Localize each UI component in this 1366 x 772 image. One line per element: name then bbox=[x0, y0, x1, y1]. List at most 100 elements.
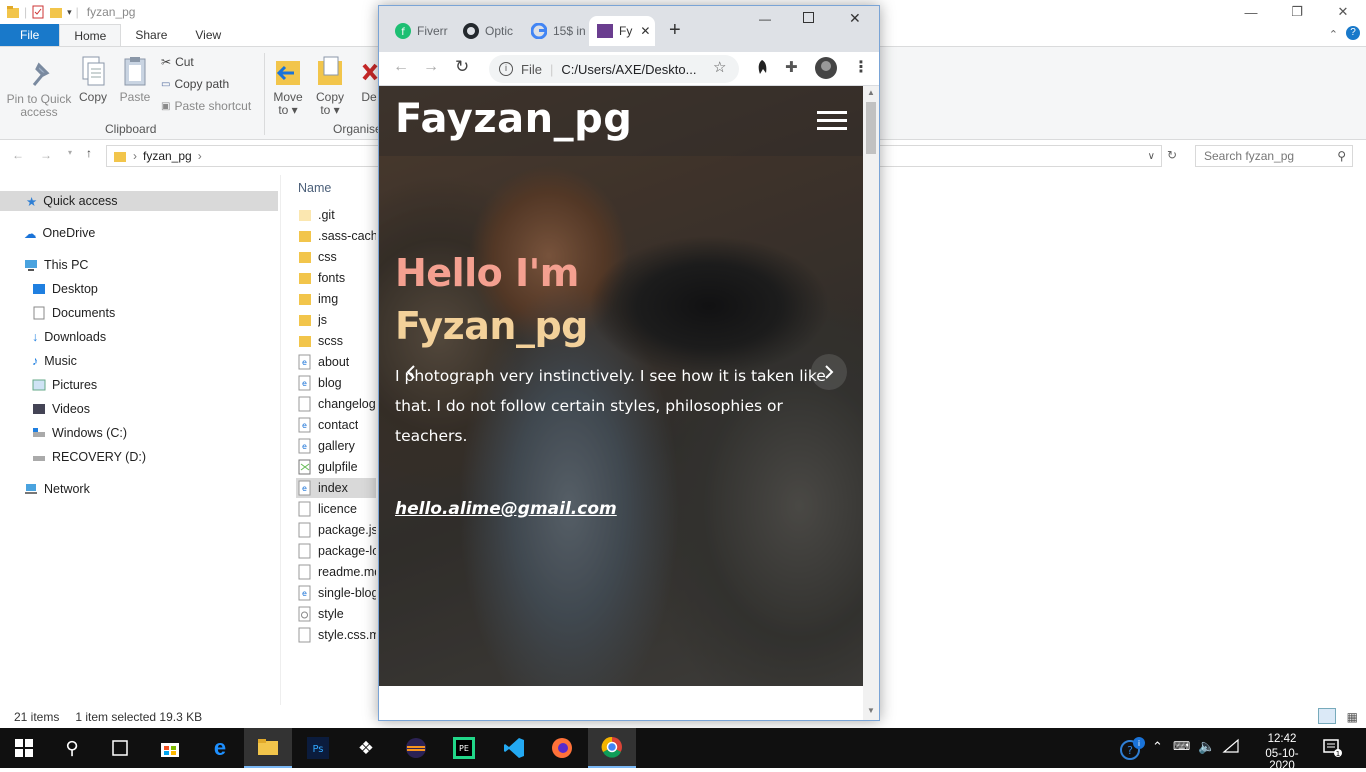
delete-button[interactable]: De bbox=[358, 55, 380, 104]
file-row[interactable]: .git bbox=[298, 205, 335, 225]
scroll-down-icon[interactable]: ▼ bbox=[867, 706, 875, 715]
task-view-icon[interactable] bbox=[96, 728, 144, 768]
extensions-puzzle-icon[interactable]: ✚ bbox=[785, 58, 798, 76]
minimize-button[interactable]: — bbox=[759, 12, 771, 26]
email-link[interactable]: hello.alime@gmail.com bbox=[395, 499, 617, 519]
forward-icon[interactable]: → bbox=[423, 58, 439, 76]
breadcrumb-fyzan-pg[interactable]: fyzan_pg bbox=[143, 149, 192, 163]
edge-icon[interactable]: e bbox=[196, 728, 244, 768]
nav-videos[interactable]: Videos bbox=[32, 399, 90, 419]
file-row[interactable]: e blog bbox=[298, 373, 342, 393]
nav-network[interactable]: Network bbox=[24, 479, 90, 499]
wifi-icon[interactable] bbox=[1222, 738, 1240, 754]
file-row[interactable]: readme.md bbox=[298, 562, 376, 582]
show-hidden-icons-icon[interactable]: ⌃ bbox=[1152, 739, 1163, 755]
cut-button[interactable]: ✂ Cut bbox=[161, 55, 194, 69]
collapse-ribbon-icon[interactable]: ⌃ bbox=[1329, 28, 1338, 41]
close-button[interactable]: ✕ bbox=[849, 10, 861, 27]
tab-share[interactable]: Share bbox=[121, 24, 181, 46]
pin-to-quick-access-button[interactable]: Pin to Quick access bbox=[6, 59, 72, 119]
tab-home[interactable]: Home bbox=[59, 24, 122, 46]
file-row[interactable]: licence bbox=[298, 499, 357, 519]
nav-downloads[interactable]: ↓ Downloads bbox=[32, 327, 106, 347]
details-view-icon[interactable] bbox=[1318, 708, 1336, 724]
file-row[interactable]: css bbox=[298, 247, 337, 267]
copy-to-button[interactable]: Copy to ▾ bbox=[312, 55, 348, 117]
vscode-icon[interactable] bbox=[490, 728, 538, 768]
file-row[interactable]: img bbox=[298, 289, 338, 309]
file-row[interactable]: changelog bbox=[298, 394, 376, 414]
file-row[interactable]: e gallery bbox=[298, 436, 355, 456]
site-brand-logo[interactable]: Fayzan_pg bbox=[395, 96, 632, 142]
store-icon[interactable] bbox=[146, 728, 194, 768]
move-to-button[interactable]: Move to ▾ bbox=[270, 55, 306, 117]
paste-button[interactable]: Paste bbox=[118, 55, 152, 104]
tab-github[interactable]: Optic bbox=[455, 16, 521, 46]
file-row[interactable]: fonts bbox=[298, 268, 345, 288]
nav-onedrive[interactable]: ☁ OneDrive bbox=[24, 223, 95, 243]
scroll-up-icon[interactable]: ▲ bbox=[867, 88, 875, 97]
large-icons-view-icon[interactable]: ▦ bbox=[1347, 710, 1358, 724]
copy-path-button[interactable]: ▭ Copy path bbox=[161, 77, 229, 91]
close-button[interactable]: ✕ bbox=[1320, 0, 1366, 24]
back-icon[interactable]: ← bbox=[393, 58, 409, 76]
page-scrollbar[interactable]: ▲ ▼ bbox=[863, 86, 879, 720]
paste-shortcut-button[interactable]: ▣ Paste shortcut bbox=[161, 99, 251, 113]
photoshop-icon[interactable]: Ps bbox=[294, 728, 342, 768]
file-explorer-taskbar-icon[interactable] bbox=[244, 728, 292, 768]
close-tab-icon[interactable]: ✕ bbox=[640, 24, 650, 38]
tab-fayzan-active[interactable]: Fy ✕ bbox=[589, 16, 655, 46]
search-icon[interactable]: ⚲ bbox=[48, 728, 96, 768]
file-row[interactable]: gulpfile bbox=[298, 457, 358, 477]
profile-avatar[interactable] bbox=[815, 57, 837, 79]
up-icon[interactable]: ↑ bbox=[86, 146, 92, 160]
slider-prev-arrow-icon[interactable] bbox=[393, 354, 429, 390]
tab-file[interactable]: File bbox=[0, 24, 60, 46]
tab-fiverr[interactable]: f Fiverr bbox=[387, 16, 449, 46]
file-row[interactable]: package.json bbox=[298, 520, 376, 540]
hamburger-menu-icon[interactable] bbox=[817, 111, 847, 131]
nav-recovery-d[interactable]: RECOVERY (D:) bbox=[32, 447, 146, 467]
pycharm-edu-icon[interactable]: PE bbox=[440, 728, 488, 768]
copy-button[interactable]: Copy bbox=[76, 55, 110, 104]
tab-google[interactable]: 15$ in bbox=[523, 16, 585, 46]
refresh-icon[interactable]: ↻ bbox=[1167, 148, 1177, 162]
file-row[interactable]: package-lock bbox=[298, 541, 376, 561]
action-center-icon[interactable]: 1 bbox=[1322, 738, 1342, 758]
nav-desktop[interactable]: Desktop bbox=[32, 279, 98, 299]
new-folder-icon[interactable] bbox=[49, 5, 63, 19]
scrollbar-thumb[interactable] bbox=[866, 102, 876, 154]
nav-documents[interactable]: Documents bbox=[32, 303, 115, 323]
help-notification-icon[interactable]: ? i bbox=[1118, 736, 1146, 760]
file-row[interactable]: js bbox=[298, 310, 327, 330]
eclipse-icon[interactable] bbox=[392, 728, 440, 768]
file-row[interactable]: e single-blog bbox=[298, 583, 376, 603]
file-row[interactable]: scss bbox=[298, 331, 343, 351]
slider-next-arrow-icon[interactable] bbox=[811, 354, 847, 390]
recent-locations-icon[interactable]: ▾ bbox=[68, 148, 72, 157]
omnibox[interactable]: i File | C:/Users/AXE/Deskto... bbox=[489, 55, 739, 83]
file-row[interactable]: e about bbox=[298, 352, 349, 372]
file-row[interactable]: style.css.map bbox=[298, 625, 376, 645]
chevron-down-icon[interactable]: ▾ bbox=[67, 7, 72, 18]
column-header-name[interactable]: Name bbox=[298, 178, 331, 198]
reload-icon[interactable]: ↻ bbox=[455, 57, 469, 77]
back-icon[interactable]: ← bbox=[12, 148, 24, 162]
file-row[interactable]: e contact bbox=[298, 415, 358, 435]
forward-icon[interactable]: → bbox=[40, 148, 52, 162]
nav-pictures[interactable]: Pictures bbox=[32, 375, 97, 395]
file-row[interactable]: style bbox=[298, 604, 344, 624]
nav-windows-c[interactable]: Windows (C:) bbox=[32, 423, 127, 443]
volume-icon[interactable]: 🔈 bbox=[1198, 738, 1215, 755]
minimize-button[interactable]: — bbox=[1228, 0, 1274, 24]
new-tab-button[interactable]: + bbox=[669, 19, 681, 42]
bookmark-star-icon[interactable]: ☆ bbox=[713, 58, 726, 76]
file-row[interactable]: .sass-cache bbox=[298, 226, 376, 246]
properties-icon[interactable] bbox=[31, 5, 45, 19]
restore-button[interactable]: ❐ bbox=[1274, 0, 1320, 24]
dropbox-icon[interactable]: ❖ bbox=[342, 728, 390, 768]
search-field[interactable]: Search fyzan_pg ⚲ bbox=[1195, 145, 1353, 167]
nav-quick-access[interactable]: ★ Quick access bbox=[0, 191, 278, 211]
help-icon[interactable]: ? bbox=[1346, 26, 1360, 40]
nav-this-pc[interactable]: This PC bbox=[24, 255, 88, 275]
